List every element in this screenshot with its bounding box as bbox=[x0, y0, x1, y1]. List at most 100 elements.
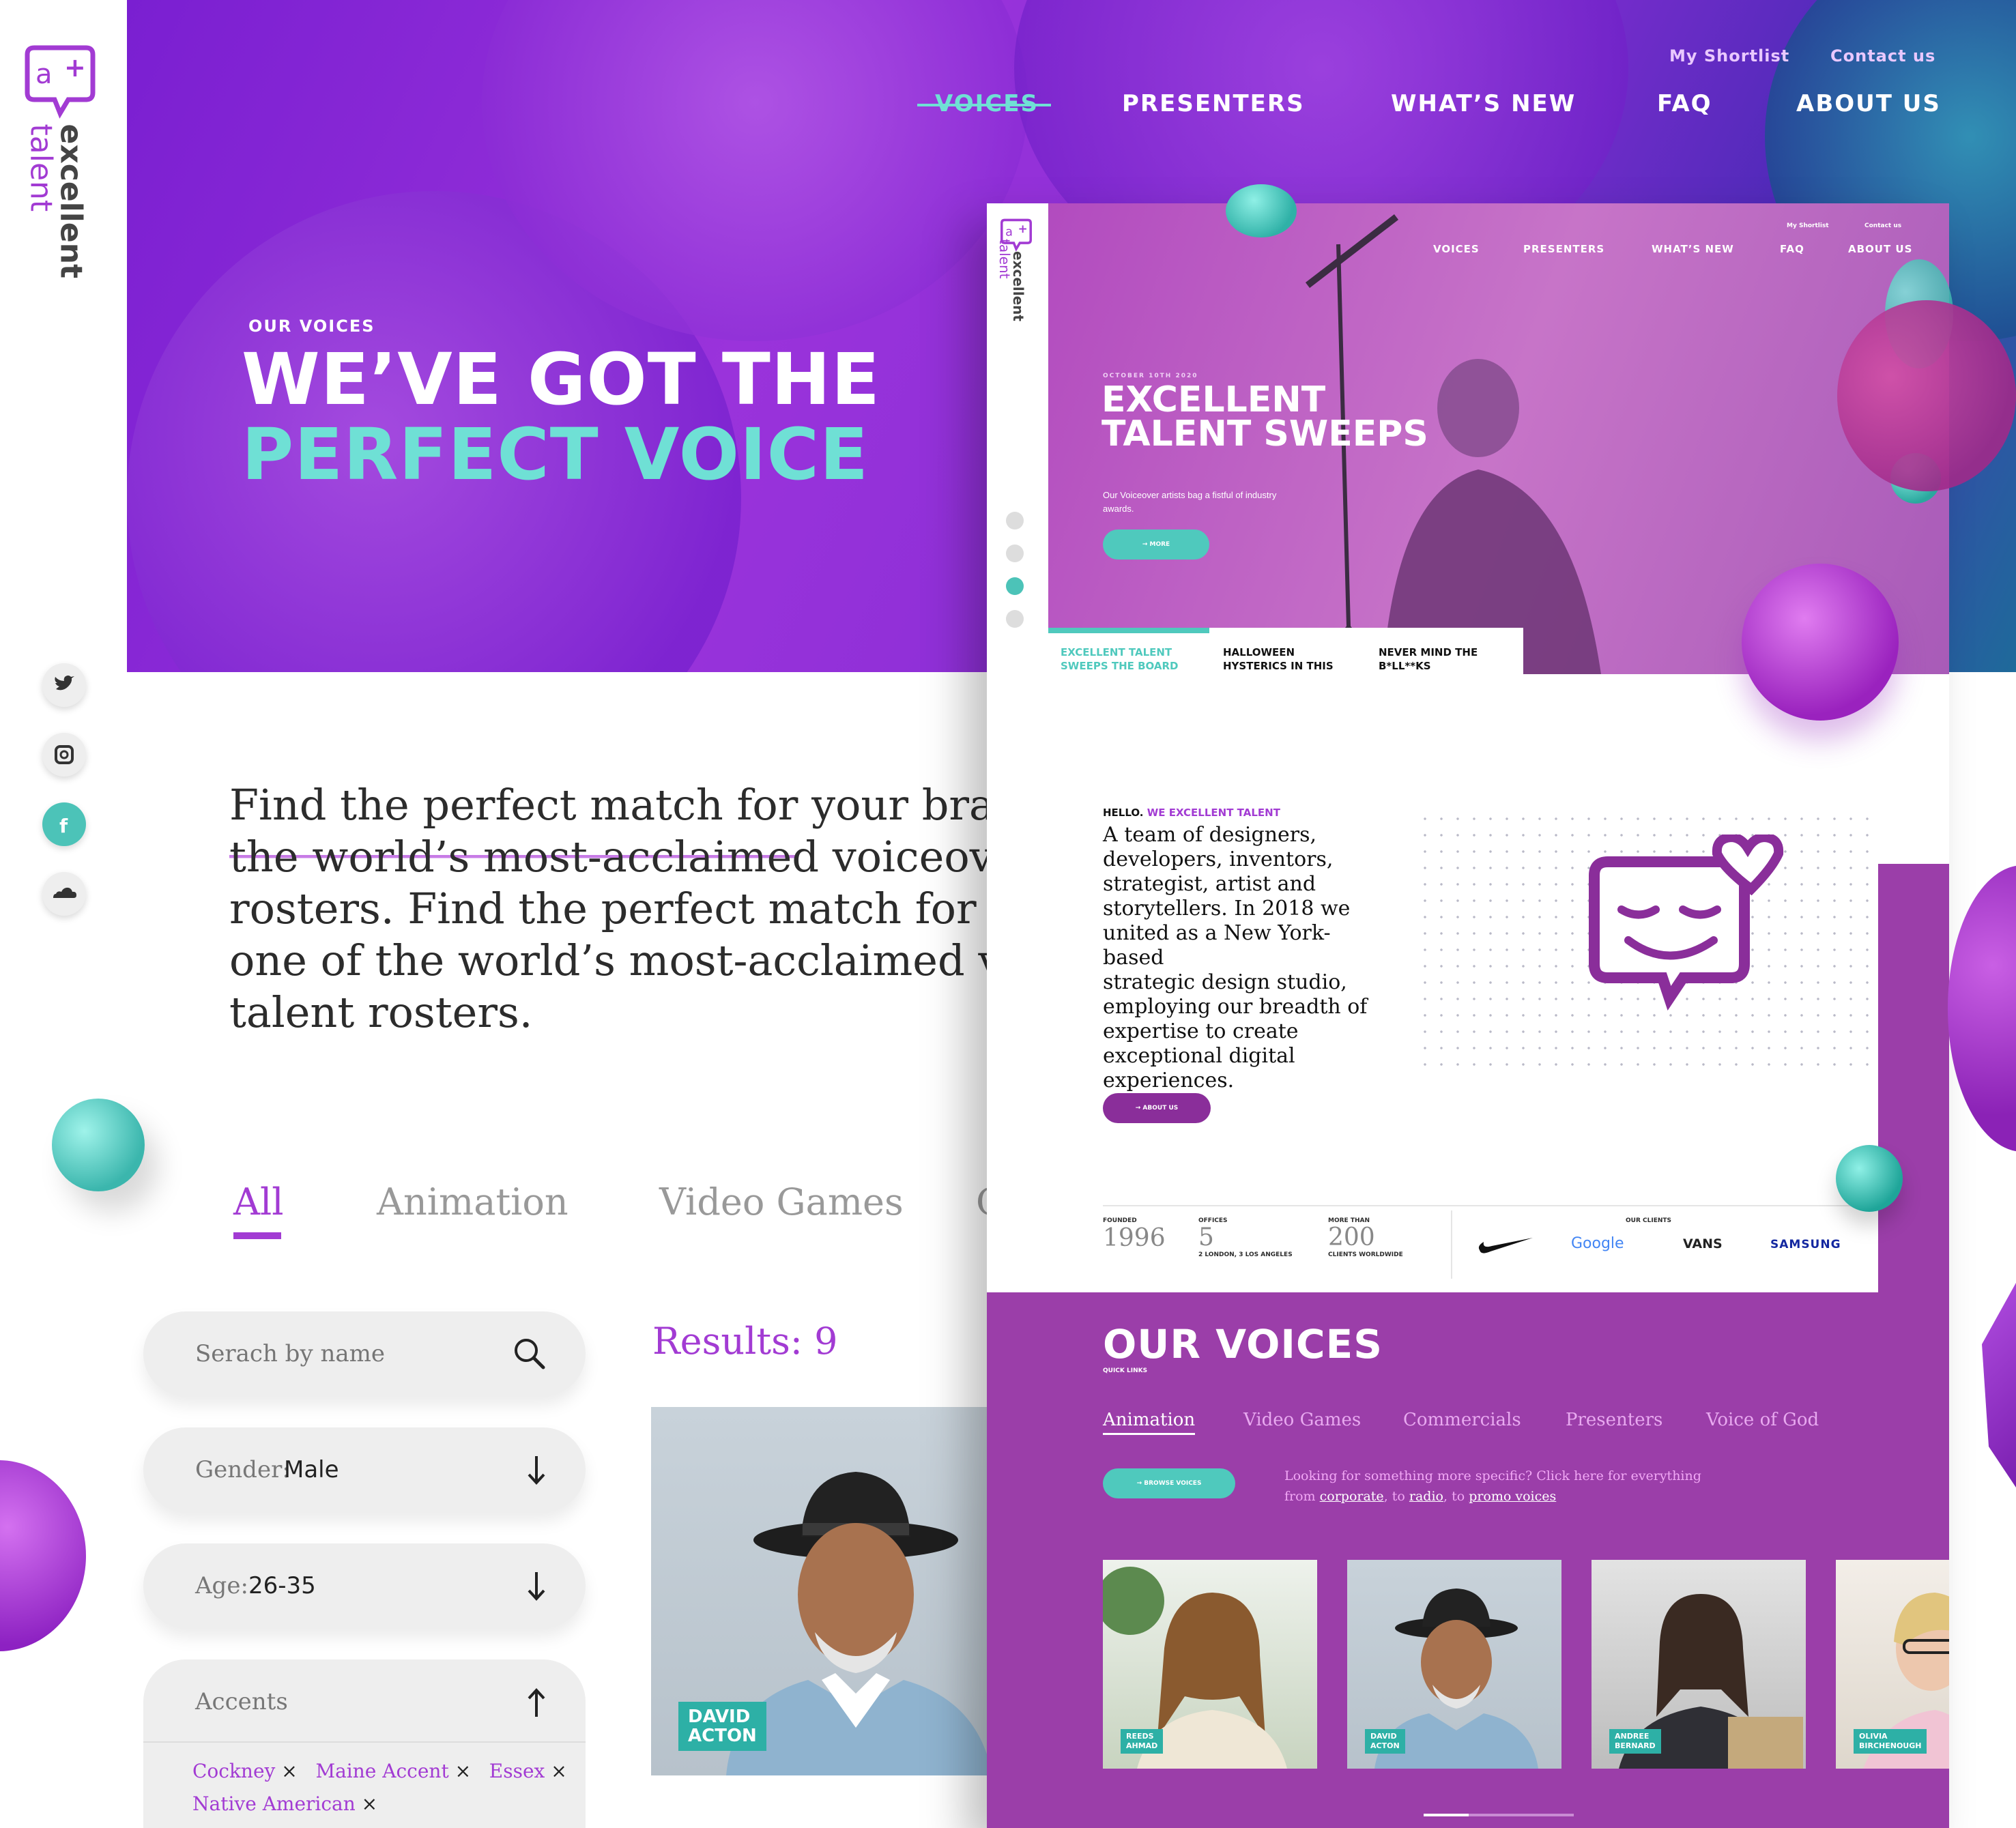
accent-chip[interactable]: Maine Accent × bbox=[315, 1760, 477, 1782]
about-line: A team of designers, bbox=[1103, 823, 1317, 847]
voice-card[interactable]: REEDS AHMAD bbox=[1103, 1560, 1317, 1769]
about-line: expertise to create bbox=[1103, 1019, 1299, 1043]
accent-chip[interactable]: Native American × bbox=[192, 1793, 377, 1815]
mockup-nav-faq[interactable]: FAQ bbox=[1780, 243, 1804, 255]
voices-tab-presenters[interactable]: Presenters bbox=[1566, 1410, 1662, 1430]
intro-line-2: the world’s most-acclaimed voiceove bbox=[229, 831, 994, 883]
voices-tab-commercials[interactable]: Commercials bbox=[1403, 1410, 1521, 1430]
link-promo[interactable]: promo voices bbox=[1469, 1489, 1556, 1504]
mockup-hero-sub: Our Voiceover artists bag a fistful of i… bbox=[1103, 490, 1277, 514]
hero-title-line1: WE’VE GOT THE bbox=[242, 338, 880, 421]
stat-clients: MORE THAN 200 CLIENTS WORLDWIDE bbox=[1328, 1217, 1403, 1258]
search-icon[interactable] bbox=[510, 1335, 549, 1373]
about-line: exceptional digital bbox=[1103, 1044, 1295, 1068]
voice-card[interactable]: DAVID ACTON bbox=[1347, 1560, 1561, 1769]
mockup-nav-presenters[interactable]: PRESENTERS bbox=[1523, 243, 1604, 255]
tab-animation[interactable]: Animation bbox=[377, 1180, 568, 1223]
mockup-facebook-icon[interactable] bbox=[1006, 577, 1024, 595]
news-tab-3[interactable]: NEVER MIND THE B*LL**KS bbox=[1379, 645, 1478, 673]
age-select[interactable]: Age: 26-35 bbox=[143, 1543, 586, 1628]
voices-title: OUR VOICES bbox=[1103, 1321, 1383, 1367]
svg-text:a: a bbox=[1005, 225, 1013, 239]
search-input[interactable] bbox=[195, 1337, 495, 1370]
mockup-instagram-icon[interactable] bbox=[1006, 545, 1024, 562]
gender-select[interactable]: Gender: Male bbox=[143, 1427, 586, 1512]
news-tab-2[interactable]: HALLOWEEN HYSTERICS IN THIS bbox=[1223, 645, 1334, 673]
arrow-up-icon[interactable] bbox=[523, 1685, 550, 1720]
browse-voices-button[interactable]: → BROWSE VOICES bbox=[1103, 1468, 1235, 1498]
link-corporate[interactable]: corporate bbox=[1320, 1489, 1384, 1504]
stat-offices: OFFICES 5 2 LONDON, 3 LOS ANGELES bbox=[1198, 1217, 1293, 1258]
mockup-hero-title-1: EXCELLENT bbox=[1101, 379, 1326, 420]
instagram-icon[interactable] bbox=[42, 733, 86, 777]
clients-label: OUR CLIENTS bbox=[1626, 1217, 1672, 1224]
deco-gem-purple bbox=[1982, 1283, 2016, 1488]
svg-text:a: a bbox=[35, 59, 53, 90]
hero-title-line2: PERFECT VOICE bbox=[242, 413, 869, 496]
nav-faq[interactable]: FAQ bbox=[1657, 90, 1712, 117]
about-line: united as a New York-based bbox=[1103, 921, 1331, 970]
nav-presenters[interactable]: PRESENTERS bbox=[1122, 90, 1305, 117]
tab-video-games[interactable]: Video Games bbox=[659, 1180, 904, 1223]
stat-founded: FOUNDED 1996 bbox=[1103, 1217, 1166, 1252]
voices-hint: Looking for something more specific? Cli… bbox=[1284, 1468, 1701, 1504]
nav-about-us[interactable]: ABOUT US bbox=[1796, 90, 1941, 117]
brand-logo[interactable]: a + excellent talent bbox=[24, 45, 100, 291]
voice-card-photo[interactable]: DAVID ACTON bbox=[651, 1407, 992, 1775]
carousel-progress[interactable] bbox=[1424, 1814, 1574, 1816]
nike-logo-icon bbox=[1478, 1238, 1533, 1253]
accent-chip-row: Cockney × Maine Accent × Essex × Native … bbox=[192, 1755, 575, 1820]
accent-chip[interactable]: Cockney × bbox=[192, 1760, 304, 1782]
about-hello: HELLO. WE EXCELLENT TALENT bbox=[1103, 807, 1280, 819]
gender-value: Male bbox=[284, 1456, 339, 1483]
utility-link-shortlist[interactable]: My Shortlist bbox=[1669, 46, 1789, 66]
mockup-twitter-icon[interactable] bbox=[1006, 512, 1024, 529]
voice-card-name: OLIVIA BIRCHENOUGH bbox=[1854, 1729, 1927, 1754]
accent-chip[interactable]: Essex × bbox=[489, 1760, 567, 1782]
search-box[interactable] bbox=[143, 1311, 586, 1396]
mockup-nav-voices[interactable]: VOICES bbox=[1433, 243, 1480, 255]
news-tab-1[interactable]: EXCELLENT TALENT SWEEPS THE BOARD bbox=[1061, 645, 1179, 673]
utility-link-contact[interactable]: Contact us bbox=[1830, 46, 1935, 66]
about-paragraph: A team of designers, developers, invento… bbox=[1103, 823, 1389, 1093]
nav-whats-new[interactable]: WHAT’S NEW bbox=[1391, 90, 1576, 117]
tab-all[interactable]: All bbox=[233, 1180, 284, 1223]
mockup-logo-talent: talent bbox=[996, 239, 1013, 279]
about-us-button[interactable]: → ABOUT US bbox=[1103, 1093, 1211, 1123]
soundcloud-icon[interactable] bbox=[42, 872, 86, 916]
mockup-hero-more-button[interactable]: → MORE bbox=[1103, 529, 1209, 560]
voices-tab-voice-of-god[interactable]: Voice of God bbox=[1706, 1410, 1819, 1430]
mockup-nav-about[interactable]: ABOUT US bbox=[1848, 243, 1912, 255]
facebook-icon[interactable]: f bbox=[42, 802, 86, 846]
deco-sphere-teal bbox=[52, 1099, 145, 1191]
mockup-utility-contact[interactable]: Contact us bbox=[1864, 222, 1901, 229]
svg-text:+: + bbox=[64, 53, 86, 83]
intro-line-5: talent rosters. bbox=[229, 987, 533, 1037]
client-google: Google bbox=[1571, 1235, 1624, 1252]
voices-tab-animation[interactable]: Animation bbox=[1103, 1410, 1196, 1435]
mockup-frame: a + excellent talent OCTOBER 10TH 2020 EX… bbox=[987, 203, 1949, 1828]
voice-card-name: REEDS AHMAD bbox=[1121, 1729, 1164, 1754]
mockup-news-tabs: EXCELLENT TALENT SWEEPS THE BOARD HALLOW… bbox=[1048, 628, 1523, 686]
voices-tab-video-games[interactable]: Video Games bbox=[1243, 1410, 1361, 1430]
smile-chat-icon bbox=[1589, 835, 1784, 1011]
hero-eyebrow: OUR VOICES bbox=[248, 317, 375, 336]
about-line: strategic design studio, bbox=[1103, 970, 1347, 994]
tab-all-underline bbox=[233, 1232, 281, 1239]
accents-label: Accents bbox=[195, 1688, 288, 1715]
about-line: storytellers. In 2018 we bbox=[1103, 897, 1351, 920]
voices-quick-links: QUICK LINKS bbox=[1103, 1367, 1148, 1374]
mockup-utility-shortlist[interactable]: My Shortlist bbox=[1787, 222, 1829, 229]
results-count: Results: 9 bbox=[652, 1320, 838, 1363]
client-vans: VANS bbox=[1683, 1236, 1723, 1251]
accents-divider bbox=[143, 1741, 586, 1743]
voice-card[interactable]: OLIVIA BIRCHENOUGH bbox=[1836, 1560, 1949, 1769]
mockup-hero-title-2: TALENT SWEEPS bbox=[1101, 414, 1428, 454]
mockup-nav-whats-new[interactable]: WHAT’S NEW bbox=[1652, 243, 1734, 255]
voice-card[interactable]: ANDREE BERNARD bbox=[1592, 1560, 1806, 1769]
voice-card-name: DAVID ACTON bbox=[678, 1702, 766, 1751]
mockup-soundcloud-icon[interactable] bbox=[1006, 610, 1024, 628]
voice-card-name: ANDREE BERNARD bbox=[1609, 1729, 1661, 1754]
link-radio[interactable]: radio bbox=[1409, 1489, 1443, 1504]
twitter-icon[interactable] bbox=[42, 663, 86, 707]
